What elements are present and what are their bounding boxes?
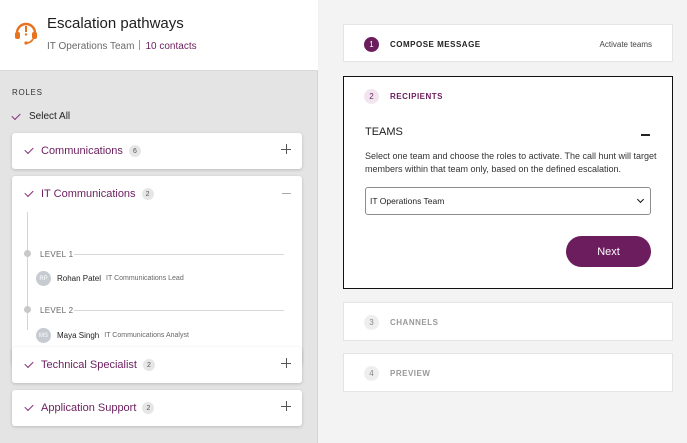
checkmark-icon: [24, 144, 34, 155]
step-number: 2: [364, 89, 379, 104]
role-count-badge: 2: [141, 188, 154, 200]
checkmark-icon: [24, 401, 34, 412]
teams-heading: TEAMS: [365, 126, 403, 138]
checkmark-icon: [24, 187, 34, 198]
step-number: 1: [364, 37, 379, 52]
contact-name: Maya Singh: [57, 331, 100, 340]
minus-icon[interactable]: [282, 193, 291, 194]
plus-icon[interactable]: [281, 358, 291, 368]
role-name: Communications: [41, 145, 123, 157]
teams-description: Select one team and choose the roles to …: [365, 151, 657, 174]
role-name: Technical Specialist: [41, 359, 137, 371]
role-card-header[interactable]: Application Support 2: [12, 390, 302, 426]
page-title: Escalation pathways: [47, 15, 184, 32]
step-preview[interactable]: 4 PREVIEW: [343, 353, 673, 392]
select-all-toggle[interactable]: Select All: [11, 110, 71, 122]
team-name: IT Operations Team: [47, 41, 135, 52]
avatar: RP: [36, 271, 51, 286]
role-card-header[interactable]: Communications 6: [12, 133, 302, 169]
checkmark-icon: [11, 110, 21, 120]
role-card-technical-specialist: Technical Specialist 2: [12, 347, 302, 383]
role-card-communications: Communications 6: [12, 133, 302, 169]
minus-icon[interactable]: [641, 134, 650, 136]
headset-alert-icon: [15, 22, 37, 45]
level-divider: [74, 254, 284, 255]
contact-row[interactable]: RP Rohan Patel IT Communications Lead: [36, 271, 184, 286]
contact-row[interactable]: MS Maya Singh IT Communications Analyst: [36, 328, 189, 343]
select-all-label: Select All: [29, 111, 71, 122]
next-button[interactable]: Next: [566, 236, 651, 267]
step-compose-message[interactable]: 1 COMPOSE MESSAGE Activate teams: [343, 24, 673, 62]
step-number: 3: [364, 315, 379, 330]
role-card-header[interactable]: Technical Specialist 2: [12, 347, 302, 383]
page-header: Escalation pathways IT Operations Team 10…: [0, 0, 318, 71]
step-title: PREVIEW: [390, 369, 431, 378]
chevron-down-icon: [636, 195, 645, 204]
step-recipients: 2 RECIPIENTS TEAMS Select one team and c…: [343, 76, 673, 289]
step-title: COMPOSE MESSAGE: [390, 40, 481, 49]
step-title: RECIPIENTS: [390, 92, 444, 101]
escalation-tree: LEVEL 1 RP Rohan Patel IT Communications…: [12, 212, 302, 365]
role-card-header[interactable]: IT Communications 2: [12, 176, 302, 212]
step-summary: Activate teams: [599, 40, 652, 49]
contact-role: IT Communications Analyst: [104, 332, 189, 339]
level-label: LEVEL 2: [40, 306, 74, 315]
avatar: MS: [36, 328, 51, 343]
team-select-value: IT Operations Team: [370, 196, 445, 206]
role-card-it-communications: IT Communications 2 LEVEL 1 RP Rohan Pat…: [12, 176, 302, 365]
plus-icon[interactable]: [281, 144, 291, 154]
checkmark-icon: [24, 358, 34, 369]
roles-panel: Escalation pathways IT Operations Team 10…: [0, 0, 318, 443]
role-name: Application Support: [41, 402, 137, 414]
subtitle-divider: [139, 40, 141, 50]
role-count-badge: 2: [142, 402, 155, 414]
contact-name: Rohan Patel: [57, 274, 102, 283]
level-dot: [24, 306, 31, 313]
level-dot: [24, 250, 31, 257]
step-channels[interactable]: 3 CHANNELS: [343, 302, 673, 341]
role-count-badge: 6: [128, 145, 141, 157]
role-card-application-support: Application Support 2: [12, 390, 302, 426]
contact-role: IT Communications Lead: [106, 275, 184, 282]
role-count-badge: 2: [143, 359, 155, 371]
level-divider: [74, 310, 284, 311]
step-number: 4: [364, 366, 379, 381]
role-name: IT Communications: [41, 188, 136, 200]
step-title: CHANNELS: [390, 318, 439, 327]
plus-icon[interactable]: [281, 401, 291, 411]
team-subtitle: IT Operations Team 10 contacts: [47, 40, 197, 52]
roles-heading: ROLES: [12, 88, 43, 97]
contacts-link[interactable]: 10 contacts: [145, 41, 196, 52]
level-label: LEVEL 1: [40, 250, 74, 259]
team-select[interactable]: IT Operations Team: [365, 187, 651, 215]
